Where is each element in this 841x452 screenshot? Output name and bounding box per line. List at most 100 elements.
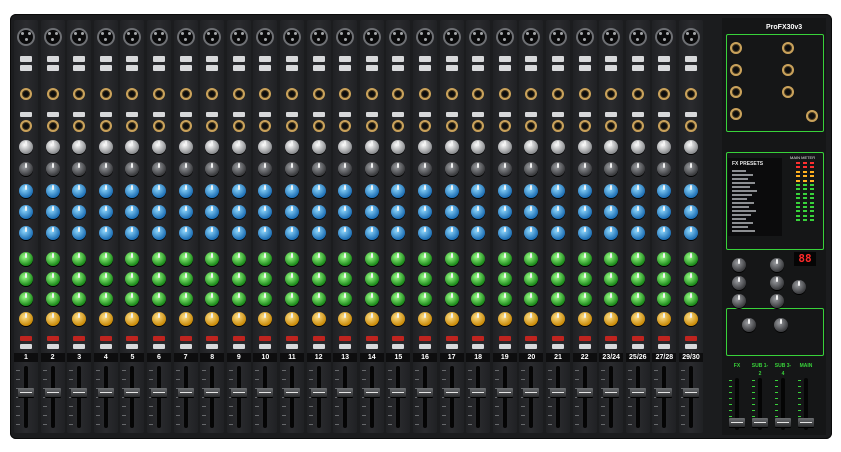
mute-button[interactable] [46, 336, 59, 341]
gain-knob[interactable] [551, 140, 565, 154]
hi-z-button[interactable] [605, 65, 618, 71]
line-input-jack[interactable] [552, 88, 564, 100]
aux-3-knob[interactable] [630, 292, 645, 306]
eq-high-knob[interactable] [364, 184, 379, 198]
insert-button[interactable] [498, 112, 511, 117]
eq-high-knob[interactable] [577, 184, 592, 198]
insert-button[interactable] [206, 112, 219, 117]
line-input-jack[interactable] [498, 88, 511, 100]
pan-knob[interactable] [285, 312, 299, 326]
line-input-jack[interactable] [286, 88, 298, 100]
hi-z-button[interactable] [153, 65, 165, 71]
pan-knob[interactable] [98, 312, 113, 326]
insert-jack[interactable] [631, 120, 644, 132]
pan-knob[interactable] [497, 312, 512, 326]
aux-2-knob[interactable] [364, 272, 379, 286]
eq-mid-knob[interactable] [497, 226, 512, 240]
pan-knob[interactable] [364, 312, 379, 326]
gain-knob[interactable] [98, 140, 113, 154]
comp-knob[interactable] [630, 162, 645, 176]
xlr-input[interactable] [176, 28, 195, 46]
phantom-button[interactable] [339, 56, 352, 62]
hi-z-button[interactable] [46, 65, 59, 71]
channel-fader[interactable] [417, 388, 433, 397]
phantom-button[interactable] [259, 56, 272, 62]
aux-2-knob[interactable] [152, 272, 166, 286]
phantom-button[interactable] [552, 56, 564, 62]
hi-z-button[interactable] [339, 65, 352, 71]
eq-mid-freq-knob[interactable] [152, 205, 166, 219]
insert-button[interactable] [365, 112, 378, 117]
eq-mid-knob[interactable] [285, 226, 299, 240]
solo-button[interactable] [685, 344, 697, 349]
insert-button[interactable] [339, 112, 352, 117]
eq-high-knob[interactable] [178, 184, 193, 198]
hi-z-button[interactable] [365, 65, 378, 71]
master-knob[interactable] [774, 318, 788, 332]
solo-button[interactable] [73, 344, 86, 349]
insert-jack[interactable] [552, 120, 564, 132]
master-knob[interactable] [792, 280, 806, 294]
aux-1-knob[interactable] [311, 252, 326, 266]
channel-fader[interactable] [496, 388, 513, 397]
mute-button[interactable] [153, 336, 165, 341]
insert-button[interactable] [658, 112, 671, 117]
gain-knob[interactable] [577, 140, 592, 154]
aux-3-knob[interactable] [684, 292, 698, 306]
aux-1-knob[interactable] [418, 252, 432, 266]
eq-mid-freq-knob[interactable] [285, 205, 299, 219]
insert-jack[interactable] [20, 120, 32, 132]
aux-3-knob[interactable] [45, 292, 60, 306]
solo-button[interactable] [392, 344, 405, 349]
hi-z-button[interactable] [73, 65, 86, 71]
eq-high-knob[interactable] [285, 184, 299, 198]
aux-2-knob[interactable] [444, 272, 459, 286]
aux-3-knob[interactable] [19, 292, 33, 306]
insert-jack[interactable] [232, 120, 245, 132]
pan-knob[interactable] [178, 312, 193, 326]
aux-3-knob[interactable] [364, 292, 379, 306]
xlr-input[interactable] [442, 28, 461, 46]
insert-button[interactable] [46, 112, 59, 117]
mute-button[interactable] [445, 336, 458, 341]
eq-mid-freq-knob[interactable] [98, 205, 113, 219]
solo-button[interactable] [99, 344, 112, 349]
pan-knob[interactable] [551, 312, 565, 326]
phantom-button[interactable] [445, 56, 458, 62]
insert-button[interactable] [73, 112, 86, 117]
mute-button[interactable] [419, 336, 431, 341]
aux-1-knob[interactable] [19, 252, 33, 266]
aux-3-knob[interactable] [178, 292, 193, 306]
channel-fader[interactable] [204, 388, 221, 397]
gain-knob[interactable] [231, 140, 246, 154]
line-input-jack[interactable] [419, 88, 431, 100]
eq-mid-freq-knob[interactable] [551, 205, 565, 219]
phantom-button[interactable] [472, 56, 485, 62]
eq-mid-freq-knob[interactable] [231, 205, 246, 219]
xlr-input[interactable] [495, 28, 514, 46]
channel-fader[interactable] [603, 388, 620, 397]
hi-z-button[interactable] [685, 65, 697, 71]
solo-button[interactable] [153, 344, 165, 349]
eq-mid-knob[interactable] [577, 226, 592, 240]
hi-z-button[interactable] [419, 65, 431, 71]
eq-high-knob[interactable] [231, 184, 246, 198]
master-fader[interactable] [775, 418, 791, 427]
channel-fader[interactable] [390, 388, 407, 397]
aux-2-knob[interactable] [630, 272, 645, 286]
line-input-jack[interactable] [153, 88, 165, 100]
eq-mid-freq-knob[interactable] [19, 205, 33, 219]
master-knob[interactable] [732, 276, 746, 290]
aux-2-knob[interactable] [231, 272, 246, 286]
line-input-jack[interactable] [46, 88, 59, 100]
master-output-jack[interactable] [730, 42, 742, 54]
hi-z-button[interactable] [312, 65, 325, 71]
channel-fader[interactable] [363, 388, 380, 397]
phantom-button[interactable] [658, 56, 671, 62]
comp-knob[interactable] [684, 162, 698, 176]
solo-button[interactable] [445, 344, 458, 349]
mute-button[interactable] [179, 336, 192, 341]
eq-mid-knob[interactable] [45, 226, 60, 240]
xlr-input[interactable] [416, 28, 434, 46]
eq-high-knob[interactable] [311, 184, 326, 198]
